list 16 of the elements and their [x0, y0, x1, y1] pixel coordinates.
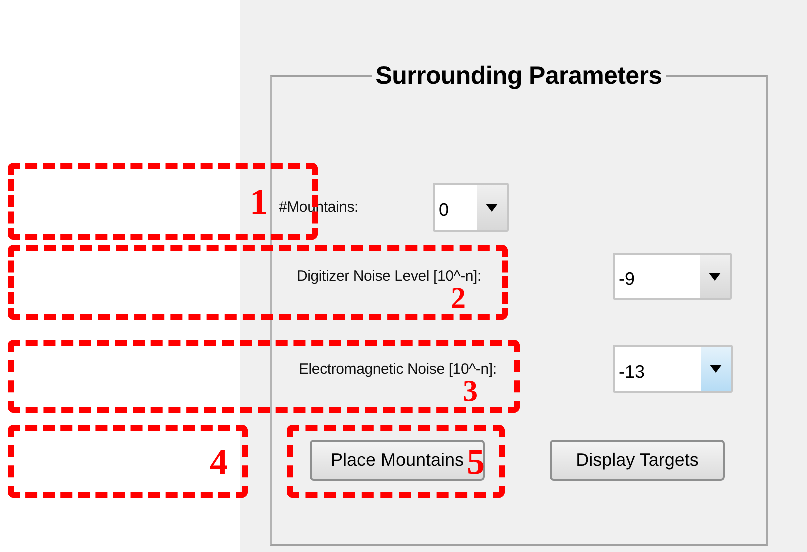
- field-label: #Mountains:: [279, 199, 359, 216]
- caret-icon: [709, 364, 723, 374]
- field-label: Electromagnetic Noise [10^-n]:: [299, 360, 497, 378]
- action-button[interactable]: Display Targets: [550, 440, 725, 481]
- dropdown[interactable]: -13: [613, 345, 733, 393]
- caret-icon: [485, 202, 499, 212]
- annotation-number: 4: [210, 444, 228, 480]
- annotation-number: 2: [451, 284, 466, 314]
- annotation-number: 5: [467, 444, 485, 480]
- dropdown[interactable]: -9: [613, 253, 732, 300]
- caret-icon: [708, 272, 722, 282]
- annotation-number: 1: [250, 184, 268, 220]
- panel-title: Surrounding Parameters: [374, 62, 664, 90]
- field-label: Digitizer Noise Level [10^-n]:: [297, 268, 482, 285]
- annotation-number: 3: [463, 377, 478, 407]
- dropdown[interactable]: 0: [433, 183, 509, 232]
